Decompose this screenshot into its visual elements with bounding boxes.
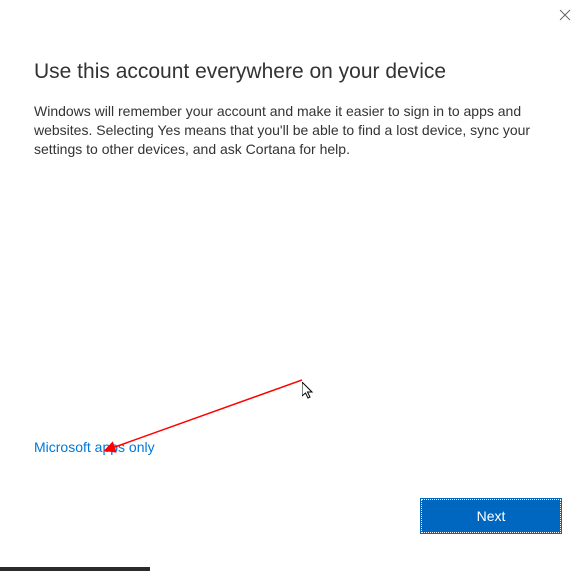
dialog-body: Windows will remember your account and m…	[34, 102, 551, 159]
window-border-accent	[0, 567, 150, 571]
dialog-content: Use this account everywhere on your devi…	[0, 0, 585, 159]
close-button[interactable]	[557, 8, 573, 24]
dialog-title: Use this account everywhere on your devi…	[34, 60, 551, 84]
cursor-icon	[302, 382, 318, 402]
microsoft-apps-only-link[interactable]: Microsoft apps only	[34, 439, 155, 455]
close-icon	[559, 9, 571, 21]
next-button[interactable]: Next	[421, 499, 561, 533]
